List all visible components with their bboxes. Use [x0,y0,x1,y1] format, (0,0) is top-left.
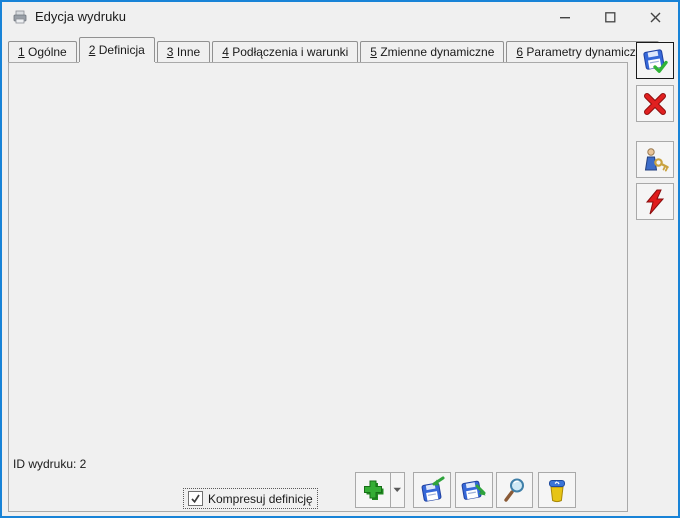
titlebar: Edycja wydruku [2,2,678,32]
close-button[interactable] [633,2,678,32]
magnifier-icon [502,477,528,503]
tab-definicja[interactable]: 2 Definicja [79,37,155,62]
run-button[interactable] [636,183,674,220]
find-button[interactable] [496,472,533,508]
floppy-arrow-out-icon [460,476,488,504]
caret-down-icon [393,487,402,493]
id-wydruku-label: ID wydruku: 2 [13,457,86,471]
floppy-arrow-in-icon [418,476,446,504]
person-key-icon [641,146,669,174]
add-dropdown-button[interactable] [390,472,405,508]
trash-icon [544,477,570,503]
maximize-button[interactable] [588,2,633,32]
close-icon [650,12,661,23]
minimize-button[interactable] [543,2,588,32]
red-x-icon [642,91,668,117]
tab-inne[interactable]: 3 Inne [157,41,210,62]
printer-icon [12,9,28,25]
window-title: Edycja wydruku [35,2,126,32]
tab-ogolne[interactable]: 1 Ogólne [8,41,77,62]
tab-zmienne-dynamiczne[interactable]: 5 Zmienne dynamiczne [360,41,504,62]
maximize-icon [605,12,616,23]
checkmark-icon [190,493,201,504]
export-definition-button[interactable] [455,472,493,508]
cancel-button[interactable] [636,85,674,122]
import-definition-button[interactable] [413,472,451,508]
kompresuj-definicje-checkbox[interactable]: Kompresuj definicję [183,488,318,509]
delete-button[interactable] [538,472,576,508]
checkbox-label: Kompresuj definicję [208,492,313,506]
plus-icon [361,478,385,502]
definicja-tab-page [8,62,628,512]
operator-permissions-button[interactable] [636,141,674,178]
minimize-icon [560,12,571,23]
save-button[interactable] [636,42,674,79]
dialog-edycja-wydruku: Edycja wydruku 1 Ogólne 2 Definicja 3 In… [0,0,680,518]
add-button[interactable] [355,472,390,508]
checkbox-box[interactable] [188,491,203,506]
tab-strip: 1 Ogólne 2 Definicja 3 Inne 4 Podłączeni… [8,38,661,62]
save-floppy-check-icon [641,47,669,75]
tab-podlaczenia[interactable]: 4 Podłączenia i warunki [212,41,358,62]
lightning-icon [643,189,667,215]
